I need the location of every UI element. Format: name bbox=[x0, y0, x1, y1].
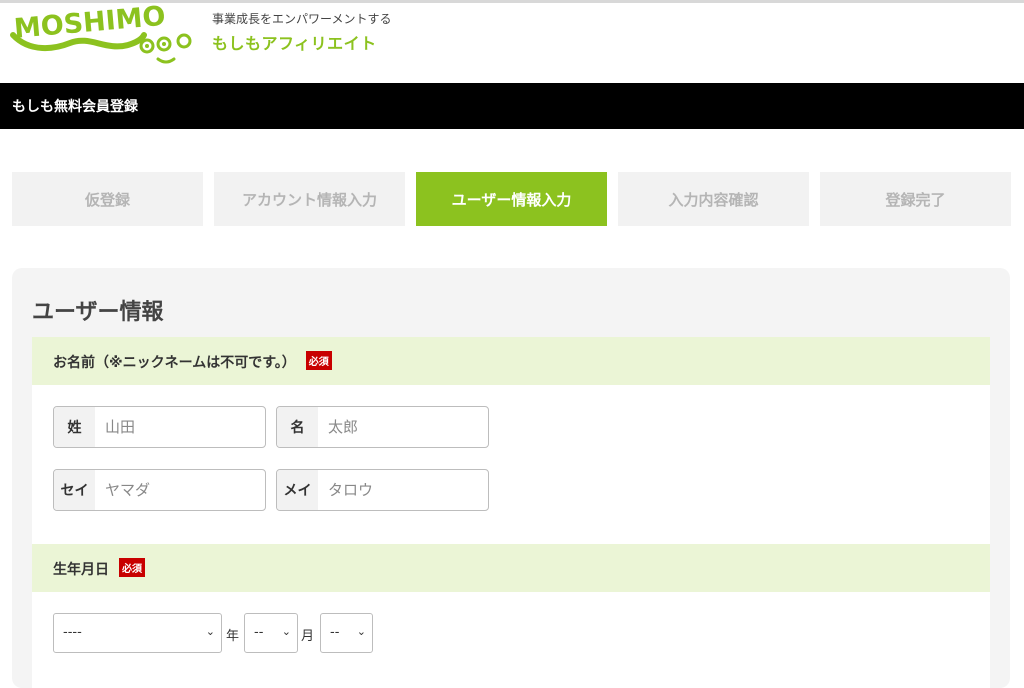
page-title-bar: もしも無料会員登録 bbox=[0, 83, 1024, 129]
month-unit: 月 bbox=[301, 629, 315, 644]
required-badge: 必須 bbox=[119, 558, 145, 577]
form-title: ユーザー情報 bbox=[32, 300, 164, 325]
step-account-info: アカウント情報入力 bbox=[214, 172, 405, 226]
name-section-label: お名前（※ニックネームは不可です。） 必須 bbox=[53, 351, 332, 372]
birth-year-value: ---- bbox=[63, 625, 82, 640]
last-name-tag: 姓 bbox=[54, 407, 95, 447]
last-name-kana-input[interactable] bbox=[95, 470, 261, 510]
first-name-kana-tag: メイ bbox=[277, 470, 318, 510]
required-badge: 必須 bbox=[305, 351, 332, 370]
year-unit: 年 bbox=[226, 629, 240, 644]
last-name-input[interactable] bbox=[95, 407, 261, 447]
page-title: もしも無料会員登録 bbox=[12, 99, 138, 115]
last-name-field: 姓 bbox=[53, 406, 266, 448]
birth-month-value: -- bbox=[254, 625, 264, 640]
last-name-kana-tag: セイ bbox=[54, 470, 95, 510]
chevron-down-icon: ⌄ bbox=[205, 625, 215, 638]
first-name-kana-field: メイ bbox=[276, 469, 489, 511]
last-name-kana-field: セイ bbox=[53, 469, 266, 511]
name-label-text: お名前（※ニックネームは不可です。） bbox=[53, 355, 296, 371]
site-header: MOSHIMO 事業成長をエンパワーメントする もしもアフィリエイト bbox=[0, 3, 1024, 83]
step-confirm: 入力内容確認 bbox=[618, 172, 809, 226]
registration-steps: 仮登録 アカウント情報入力 ユーザー情報入力 入力内容確認 登録完了 bbox=[12, 172, 1012, 226]
brand-name[interactable]: もしもアフィリエイト bbox=[212, 30, 377, 54]
birthdate-section-body: ---- ⌄ 年 -- ⌄ 月 -- ⌄ bbox=[32, 592, 990, 688]
name-section-header: お名前（※ニックネームは不可です。） 必須 bbox=[32, 337, 990, 385]
step-complete: 登録完了 bbox=[820, 172, 1011, 226]
name-section-body: 姓 名 セイ メイ bbox=[32, 385, 990, 545]
birth-year-select[interactable]: ---- ⌄ bbox=[53, 613, 222, 653]
chevron-down-icon: ⌄ bbox=[356, 625, 366, 638]
step-user-info: ユーザー情報入力 bbox=[416, 172, 607, 226]
first-name-input[interactable] bbox=[318, 407, 484, 447]
birth-day-select[interactable]: -- ⌄ bbox=[320, 613, 373, 653]
header-tagline: 事業成長をエンパワーメントする bbox=[212, 12, 392, 26]
birth-day-value: -- bbox=[330, 625, 340, 640]
first-name-tag: 名 bbox=[277, 407, 318, 447]
user-info-card: ユーザー情報 お名前（※ニックネームは不可です。） 必須 姓 名 セイ メイ 生年… bbox=[12, 268, 1010, 688]
chevron-down-icon: ⌄ bbox=[281, 625, 291, 638]
step-provisional-registration: 仮登録 bbox=[12, 172, 203, 226]
moshimo-logo[interactable]: MOSHIMO bbox=[10, 5, 195, 71]
first-name-kana-input[interactable] bbox=[318, 470, 484, 510]
birthdate-section-label: 生年月日 必須 bbox=[53, 558, 145, 579]
birthdate-label-text: 生年月日 bbox=[53, 562, 109, 578]
first-name-field: 名 bbox=[276, 406, 489, 448]
birthdate-section-header: 生年月日 必須 bbox=[32, 544, 990, 592]
birth-month-select[interactable]: -- ⌄ bbox=[244, 613, 298, 653]
